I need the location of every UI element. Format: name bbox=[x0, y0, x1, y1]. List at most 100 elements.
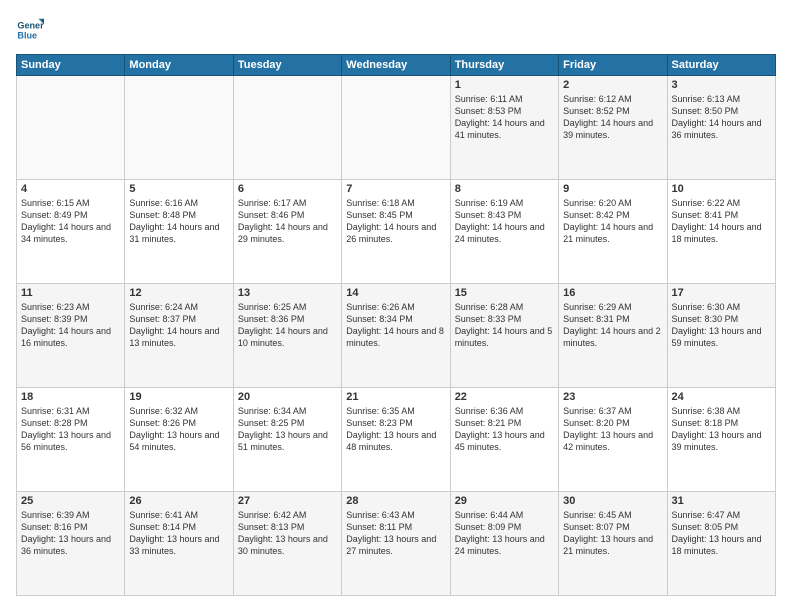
svg-text:General: General bbox=[17, 21, 44, 31]
calendar-week-row: 11 Sunrise: 6:23 AM Sunset: 8:39 PM Dayli… bbox=[17, 284, 776, 388]
calendar-day-cell: 25 Sunrise: 6:39 AM Sunset: 8:16 PM Dayli… bbox=[17, 492, 125, 596]
weekday-header: Thursday bbox=[450, 55, 558, 76]
day-info: Sunrise: 6:31 AM Sunset: 8:28 PM Dayligh… bbox=[21, 405, 120, 454]
day-info: Sunrise: 6:38 AM Sunset: 8:18 PM Dayligh… bbox=[672, 405, 771, 454]
day-info: Sunrise: 6:20 AM Sunset: 8:42 PM Dayligh… bbox=[563, 197, 662, 246]
day-info: Sunrise: 6:37 AM Sunset: 8:20 PM Dayligh… bbox=[563, 405, 662, 454]
calendar-day-cell: 27 Sunrise: 6:42 AM Sunset: 8:13 PM Dayli… bbox=[233, 492, 341, 596]
day-info: Sunrise: 6:16 AM Sunset: 8:48 PM Dayligh… bbox=[129, 197, 228, 246]
calendar-week-row: 1Sunrise: 6:11 AM Sunset: 8:53 PM Daylig… bbox=[17, 76, 776, 180]
day-number: 24 bbox=[672, 391, 771, 403]
calendar-day-cell: 8Sunrise: 6:19 AM Sunset: 8:43 PM Daylig… bbox=[450, 180, 558, 284]
logo: General Blue bbox=[16, 16, 48, 44]
day-number: 4 bbox=[21, 183, 120, 195]
day-info: Sunrise: 6:12 AM Sunset: 8:52 PM Dayligh… bbox=[563, 93, 662, 142]
day-info: Sunrise: 6:28 AM Sunset: 8:33 PM Dayligh… bbox=[455, 301, 554, 350]
day-number: 20 bbox=[238, 391, 337, 403]
day-info: Sunrise: 6:29 AM Sunset: 8:31 PM Dayligh… bbox=[563, 301, 662, 350]
calendar-day-cell: 31 Sunrise: 6:47 AM Sunset: 8:05 PM Dayli… bbox=[667, 492, 775, 596]
calendar-header-row: SundayMondayTuesdayWednesdayThursdayFrid… bbox=[17, 55, 776, 76]
day-number: 10 bbox=[672, 183, 771, 195]
day-number: 26 bbox=[129, 495, 228, 507]
day-info: Sunrise: 6:17 AM Sunset: 8:46 PM Dayligh… bbox=[238, 197, 337, 246]
day-number: 12 bbox=[129, 287, 228, 299]
day-info: Sunrise: 6:34 AM Sunset: 8:25 PM Dayligh… bbox=[238, 405, 337, 454]
calendar-day-cell: 6 Sunrise: 6:17 AM Sunset: 8:46 PM Daylig… bbox=[233, 180, 341, 284]
day-info: Sunrise: 6:13 AM Sunset: 8:50 PM Dayligh… bbox=[672, 93, 771, 142]
weekday-header: Monday bbox=[125, 55, 233, 76]
svg-text:Blue: Blue bbox=[17, 30, 37, 40]
day-info: Sunrise: 6:42 AM Sunset: 8:13 PM Dayligh… bbox=[238, 509, 337, 558]
day-number: 21 bbox=[346, 391, 445, 403]
day-number: 23 bbox=[563, 391, 662, 403]
calendar-day-cell: 15Sunrise: 6:28 AM Sunset: 8:33 PM Dayli… bbox=[450, 284, 558, 388]
general-blue-icon: General Blue bbox=[16, 16, 44, 44]
day-info: Sunrise: 6:32 AM Sunset: 8:26 PM Dayligh… bbox=[129, 405, 228, 454]
calendar-day-cell: 1Sunrise: 6:11 AM Sunset: 8:53 PM Daylig… bbox=[450, 76, 558, 180]
day-number: 22 bbox=[455, 391, 554, 403]
day-number: 14 bbox=[346, 287, 445, 299]
calendar-day-cell: 29Sunrise: 6:44 AM Sunset: 8:09 PM Dayli… bbox=[450, 492, 558, 596]
header: General Blue bbox=[16, 16, 776, 44]
day-number: 8 bbox=[455, 183, 554, 195]
day-info: Sunrise: 6:45 AM Sunset: 8:07 PM Dayligh… bbox=[563, 509, 662, 558]
calendar-day-cell: 17 Sunrise: 6:30 AM Sunset: 8:30 PM Dayli… bbox=[667, 284, 775, 388]
weekday-header: Tuesday bbox=[233, 55, 341, 76]
calendar-table: SundayMondayTuesdayWednesdayThursdayFrid… bbox=[16, 54, 776, 596]
calendar-day-cell bbox=[233, 76, 341, 180]
day-number: 7 bbox=[346, 183, 445, 195]
calendar-day-cell: 19 Sunrise: 6:32 AM Sunset: 8:26 PM Dayli… bbox=[125, 388, 233, 492]
day-number: 9 bbox=[563, 183, 662, 195]
weekday-header: Friday bbox=[559, 55, 667, 76]
day-info: Sunrise: 6:30 AM Sunset: 8:30 PM Dayligh… bbox=[672, 301, 771, 350]
day-number: 30 bbox=[563, 495, 662, 507]
day-info: Sunrise: 6:18 AM Sunset: 8:45 PM Dayligh… bbox=[346, 197, 445, 246]
day-number: 28 bbox=[346, 495, 445, 507]
day-number: 25 bbox=[21, 495, 120, 507]
calendar-day-cell bbox=[17, 76, 125, 180]
calendar-day-cell: 20 Sunrise: 6:34 AM Sunset: 8:25 PM Dayli… bbox=[233, 388, 341, 492]
calendar-day-cell bbox=[342, 76, 450, 180]
calendar-week-row: 18 Sunrise: 6:31 AM Sunset: 8:28 PM Dayli… bbox=[17, 388, 776, 492]
page: General Blue SundayMondayTuesdayWednesda… bbox=[0, 0, 792, 612]
day-number: 5 bbox=[129, 183, 228, 195]
day-number: 11 bbox=[21, 287, 120, 299]
day-info: Sunrise: 6:22 AM Sunset: 8:41 PM Dayligh… bbox=[672, 197, 771, 246]
day-number: 13 bbox=[238, 287, 337, 299]
weekday-header: Saturday bbox=[667, 55, 775, 76]
day-number: 29 bbox=[455, 495, 554, 507]
day-info: Sunrise: 6:39 AM Sunset: 8:16 PM Dayligh… bbox=[21, 509, 120, 558]
day-number: 17 bbox=[672, 287, 771, 299]
calendar-day-cell: 10 Sunrise: 6:22 AM Sunset: 8:41 PM Dayli… bbox=[667, 180, 775, 284]
day-info: Sunrise: 6:36 AM Sunset: 8:21 PM Dayligh… bbox=[455, 405, 554, 454]
calendar-day-cell bbox=[125, 76, 233, 180]
calendar-day-cell: 24 Sunrise: 6:38 AM Sunset: 8:18 PM Dayli… bbox=[667, 388, 775, 492]
weekday-header: Sunday bbox=[17, 55, 125, 76]
calendar-week-row: 4Sunrise: 6:15 AM Sunset: 8:49 PM Daylig… bbox=[17, 180, 776, 284]
day-info: Sunrise: 6:24 AM Sunset: 8:37 PM Dayligh… bbox=[129, 301, 228, 350]
calendar-day-cell: 22 Sunrise: 6:36 AM Sunset: 8:21 PM Dayli… bbox=[450, 388, 558, 492]
calendar-day-cell: 16 Sunrise: 6:29 AM Sunset: 8:31 PM Dayli… bbox=[559, 284, 667, 388]
calendar-day-cell: 5 Sunrise: 6:16 AM Sunset: 8:48 PM Daylig… bbox=[125, 180, 233, 284]
day-number: 16 bbox=[563, 287, 662, 299]
day-number: 6 bbox=[238, 183, 337, 195]
calendar-day-cell: 3Sunrise: 6:13 AM Sunset: 8:50 PM Daylig… bbox=[667, 76, 775, 180]
calendar-day-cell: 21Sunrise: 6:35 AM Sunset: 8:23 PM Dayli… bbox=[342, 388, 450, 492]
calendar-day-cell: 12 Sunrise: 6:24 AM Sunset: 8:37 PM Dayli… bbox=[125, 284, 233, 388]
calendar-week-row: 25 Sunrise: 6:39 AM Sunset: 8:16 PM Dayli… bbox=[17, 492, 776, 596]
calendar-day-cell: 9 Sunrise: 6:20 AM Sunset: 8:42 PM Daylig… bbox=[559, 180, 667, 284]
day-info: Sunrise: 6:26 AM Sunset: 8:34 PM Dayligh… bbox=[346, 301, 445, 350]
day-number: 19 bbox=[129, 391, 228, 403]
calendar-day-cell: 7 Sunrise: 6:18 AM Sunset: 8:45 PM Daylig… bbox=[342, 180, 450, 284]
day-info: Sunrise: 6:47 AM Sunset: 8:05 PM Dayligh… bbox=[672, 509, 771, 558]
day-info: Sunrise: 6:23 AM Sunset: 8:39 PM Dayligh… bbox=[21, 301, 120, 350]
day-number: 1 bbox=[455, 79, 554, 91]
day-number: 27 bbox=[238, 495, 337, 507]
weekday-header: Wednesday bbox=[342, 55, 450, 76]
calendar-day-cell: 14 Sunrise: 6:26 AM Sunset: 8:34 PM Dayli… bbox=[342, 284, 450, 388]
day-info: Sunrise: 6:25 AM Sunset: 8:36 PM Dayligh… bbox=[238, 301, 337, 350]
calendar-day-cell: 28Sunrise: 6:43 AM Sunset: 8:11 PM Dayli… bbox=[342, 492, 450, 596]
day-number: 31 bbox=[672, 495, 771, 507]
calendar-day-cell: 2Sunrise: 6:12 AM Sunset: 8:52 PM Daylig… bbox=[559, 76, 667, 180]
day-number: 18 bbox=[21, 391, 120, 403]
